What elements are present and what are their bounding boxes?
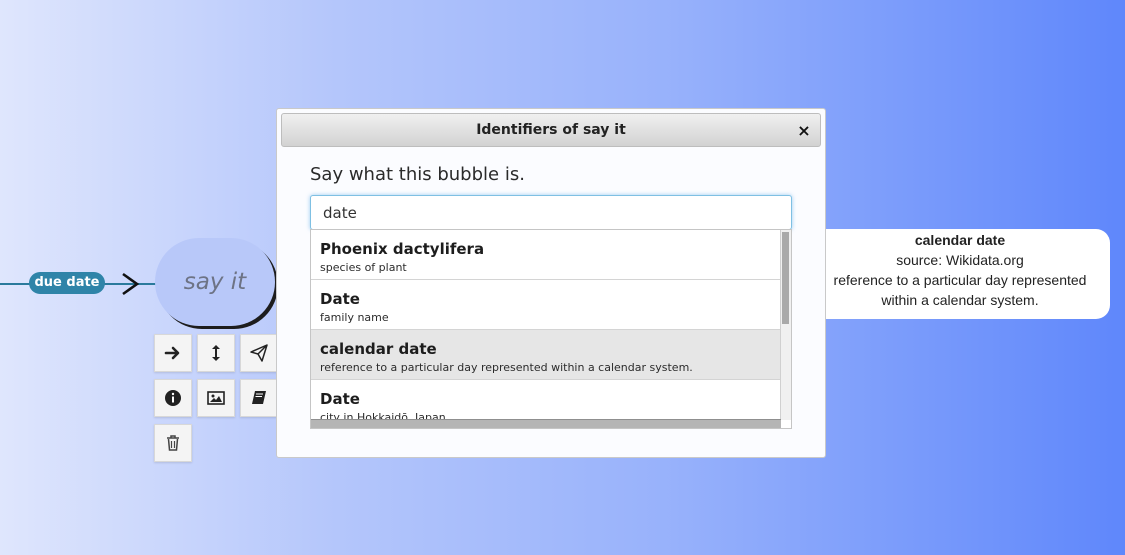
image-icon: [207, 391, 225, 405]
vertical-resize-icon: [212, 345, 220, 361]
result-label: calendar date: [320, 340, 437, 358]
bubble-label: say it: [183, 269, 247, 295]
result-item[interactable]: Date family name: [311, 280, 781, 330]
result-label: Date: [320, 390, 360, 408]
book-icon: [252, 391, 266, 404]
send-button[interactable]: [240, 334, 278, 372]
results-horizontal-scrollbar[interactable]: [311, 419, 781, 428]
connect-arrow-button[interactable]: [154, 334, 192, 372]
dialog-prompt: Say what this bubble is.: [310, 164, 525, 185]
tooltip-title: calendar date: [914, 232, 1006, 248]
scrollbar-thumb[interactable]: [782, 232, 789, 324]
result-info-tooltip: calendar date source: Wikidata.org refer…: [810, 229, 1110, 319]
info-icon: [165, 390, 181, 406]
info-button[interactable]: [154, 379, 192, 417]
arrow-right-icon: [164, 346, 180, 360]
paper-plane-icon: [250, 344, 268, 362]
result-description: family name: [320, 311, 389, 324]
result-label: Date: [320, 290, 360, 308]
trash-icon: [167, 435, 179, 451]
search-results-list: Phoenix dactylifera species of plant Dat…: [310, 229, 792, 429]
dialog-title: Identifiers of say it: [476, 122, 626, 138]
identifier-search-input[interactable]: [310, 195, 792, 230]
bubble-node[interactable]: say it: [155, 238, 275, 326]
result-label: Phoenix dactylifera: [320, 240, 485, 258]
result-description: reference to a particular day represente…: [320, 361, 693, 374]
relation-edge-label[interactable]: due date: [29, 272, 105, 294]
tooltip-source: source: Wikidata.org: [896, 252, 1024, 268]
result-item-active[interactable]: calendar date reference to a particular …: [311, 330, 781, 380]
book-button[interactable]: [240, 379, 278, 417]
results-vertical-scrollbar[interactable]: [780, 230, 791, 420]
identifiers-dialog: Identifiers of say it × Say what this bu…: [276, 108, 826, 458]
resize-button[interactable]: [197, 334, 235, 372]
edge-arrow-head-icon: [122, 272, 140, 296]
close-icon[interactable]: ×: [795, 121, 813, 140]
result-description: species of plant: [320, 261, 407, 274]
dialog-titlebar[interactable]: Identifiers of say it ×: [281, 113, 821, 147]
image-button[interactable]: [197, 379, 235, 417]
delete-button[interactable]: [154, 424, 192, 462]
tooltip-description: reference to a particular day represente…: [833, 272, 1087, 308]
result-item[interactable]: Phoenix dactylifera species of plant: [311, 230, 781, 280]
